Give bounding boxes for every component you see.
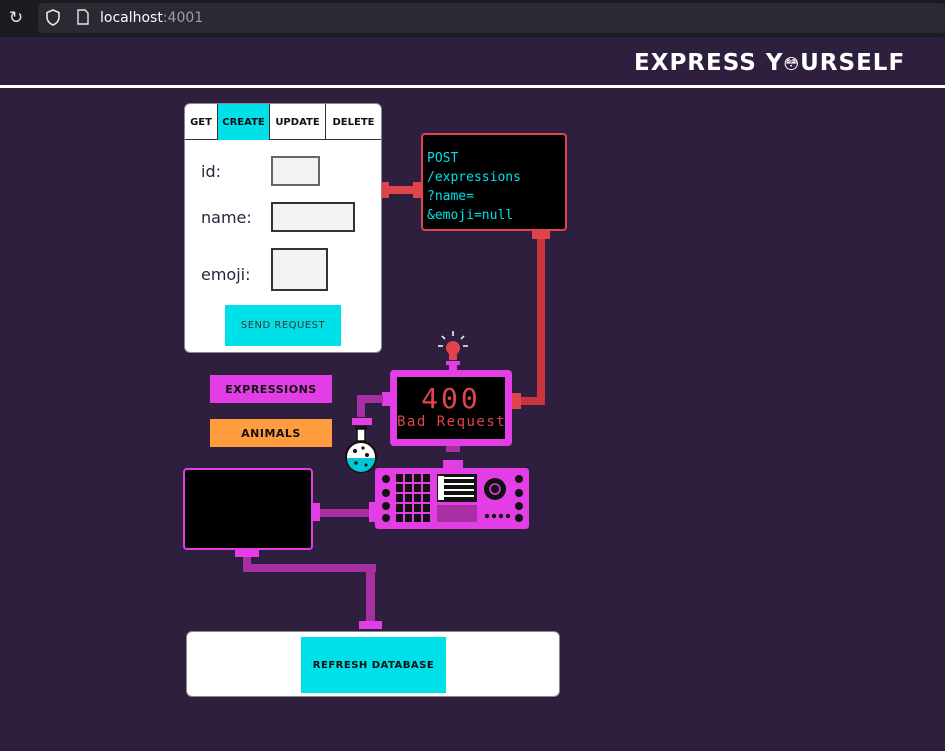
tab-delete[interactable]: DELETE (326, 104, 381, 140)
control-machine (375, 468, 529, 529)
name-field[interactable] (271, 202, 355, 232)
machine-connector (443, 460, 463, 469)
emoji-label: emoji: (201, 265, 251, 284)
emoji-field[interactable] (271, 248, 328, 291)
tab-update[interactable]: UPDATE (270, 104, 326, 140)
id-field[interactable] (271, 156, 320, 186)
lightbulb-icon (438, 331, 468, 370)
terminal-line: ?name= (427, 189, 474, 204)
id-label: id: (201, 162, 221, 181)
expressions-button[interactable]: EXPRESSIONS (210, 375, 332, 403)
method-tabs: GET CREATE UPDATE DELETE (185, 104, 381, 140)
refresh-panel: REFRESH DATABASE (186, 631, 560, 697)
animals-button[interactable]: ANIMALS (210, 419, 332, 447)
request-form: GET CREATE UPDATE DELETE id: name: emoji… (184, 103, 382, 353)
status-monitor: 400 Bad Request (390, 370, 512, 446)
status-connector (446, 446, 460, 452)
status-screen: 400 Bad Request (397, 377, 505, 439)
flask-icon (345, 426, 377, 473)
status-code: 400 (421, 382, 481, 415)
status-text: Bad Request (397, 414, 507, 430)
terminal-line: &emoji=null (427, 208, 514, 223)
send-request-button[interactable]: SEND REQUEST (225, 305, 341, 346)
tab-get[interactable]: GET (185, 104, 218, 140)
request-terminal: POST /expressions ?name= &emoji=null (421, 133, 567, 231)
tab-create[interactable]: CREATE (218, 104, 270, 140)
terminal-line: /expressions (427, 170, 521, 185)
terminal-line: POST (427, 151, 459, 166)
refresh-database-button[interactable]: REFRESH DATABASE (301, 637, 446, 693)
flask-pipe (352, 392, 391, 425)
database-screen (183, 468, 313, 550)
machine-sliders (437, 474, 477, 522)
name-label: name: (201, 208, 252, 227)
